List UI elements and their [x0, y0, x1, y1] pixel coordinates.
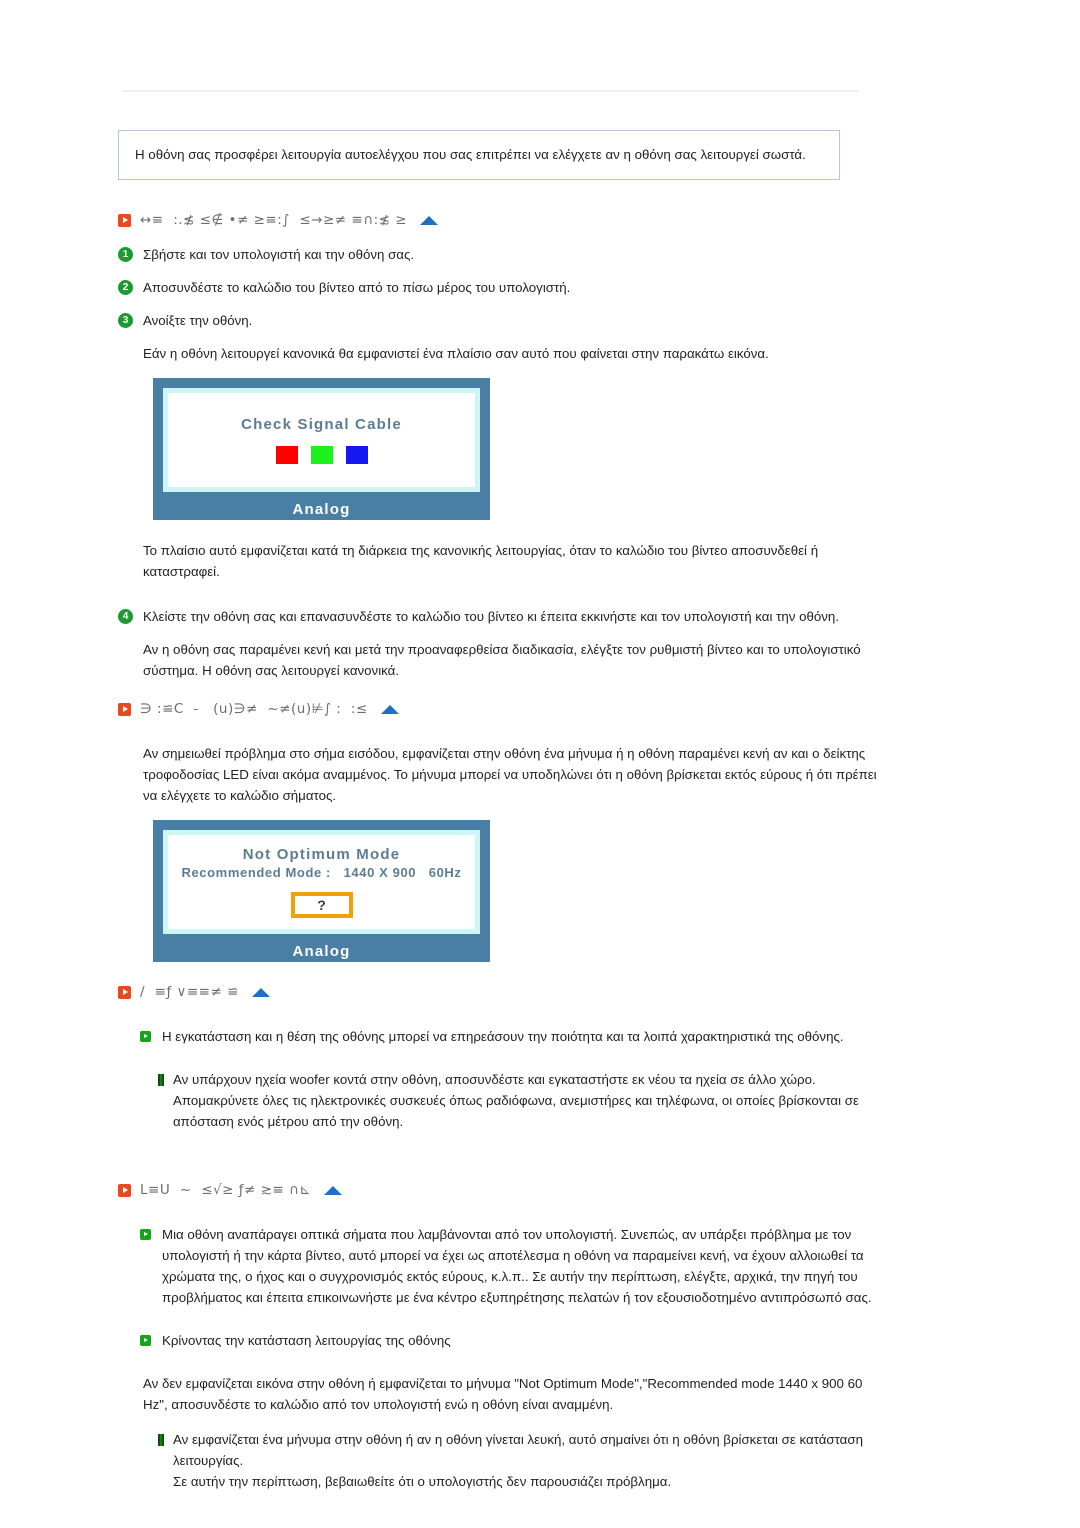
note-text-line2: Σε αυτήν την περίπτωση, βεβαιωθείτε ότι …: [173, 1474, 672, 1489]
green-play-bullet-icon: [140, 1031, 151, 1042]
bullet-item: Μια οθόνη αναπάραγει οπτικά σήματα που λ…: [140, 1224, 968, 1308]
note-text-line1: Αν εμφανίζεται ένα μήνυμα στην οθόνη ή α…: [173, 1432, 863, 1468]
bullet-item: Η εγκατάσταση και η θέση της οθόνης μπορ…: [140, 1026, 968, 1047]
monitor-input-label: Analog: [292, 943, 351, 960]
bullet-text: Η εγκατάσταση και η θέση της οθόνης μπορ…: [162, 1029, 844, 1044]
section-heading-useful-tips: L≡U ~ ≤√≥ ƒ≠ ≳≡ ∩⊾: [118, 1180, 968, 1200]
monitor-illustration-not-optimum-mode: Not Optimum Mode Recommended Mode : 1440…: [153, 820, 490, 962]
bullet-text: Κρίνοντας την κατάσταση λειτουργίας της …: [162, 1333, 451, 1348]
blue-triangle-icon[interactable]: [420, 215, 439, 225]
monitor-input-label: Analog: [292, 501, 351, 518]
question-mark-box: ?: [290, 892, 353, 918]
document-page: Η οθόνη σας προσφέρει λειτουργία αυτοελέ…: [0, 0, 1080, 1528]
paragraph-after-step3: Εάν η οθόνη λειτουργεί κανονικά θα εμφαν…: [143, 346, 769, 361]
monitor-illustration-check-signal-cable: Check Signal Cable Analog: [153, 378, 490, 520]
document-content: Η οθόνη σας προσφέρει λειτουργία αυτοελέ…: [118, 130, 968, 1502]
monitor-screen: Not Optimum Mode Recommended Mode : 1440…: [163, 830, 480, 934]
step-item: 2 Αποσυνδέστε το καλώδιο του βίντεο από …: [118, 277, 968, 298]
note-text-line2: Απομακρύνετε όλες τις ηλεκτρονικές συσκε…: [173, 1093, 859, 1129]
step-text: Κλείστε την οθόνη σας και επανασυνδέστε …: [143, 609, 840, 624]
section-heading-warning-label: ∋ :≌C - (u)∋≠ ~≠(u)⊭∫ : :≤: [140, 701, 368, 717]
bar-bullet-icon: [158, 1434, 164, 1446]
blue-triangle-icon[interactable]: [324, 1185, 343, 1195]
note-text-line1: Αν υπάρχουν ηχεία woofer κοντά στην οθόν…: [173, 1072, 816, 1087]
red-swatch-icon: [275, 446, 298, 464]
note-text: Αν εμφανίζεται ένα μήνυμα στην οθόνη ή α…: [173, 1429, 873, 1492]
step-item: 4 Κλείστε την οθόνη σας και επανασυνδέστ…: [118, 606, 968, 627]
rgb-swatch-row: [275, 446, 368, 464]
paragraph-after-image1: Το πλαίσιο αυτό εμφανίζεται κατά τη διάρ…: [143, 543, 819, 579]
section-heading-self-test: ↔≡ :.≴ ≤∉ •≠ ≥≡:∫ ≤→≥≠ ≡∩:≴ ≥: [118, 210, 968, 230]
osd-title-text: Check Signal Cable: [241, 416, 402, 433]
bullet-text: Μια οθόνη αναπάραγει οπτικά σήματα που λ…: [162, 1227, 872, 1305]
step-number-badge: 1: [118, 247, 133, 262]
paragraph-power-state-body: Αν δεν εμφανίζεται εικόνα στην οθόνη ή ε…: [143, 1376, 863, 1412]
section-heading-warning: ∋ :≌C - (u)∋≠ ~≠(u)⊭∫ : :≤: [118, 699, 968, 719]
step-item: 1 Σβήστε και τον υπολογιστή και την οθόν…: [118, 244, 968, 265]
blue-triangle-icon[interactable]: [380, 704, 399, 714]
note-text: Αν υπάρχουν ηχεία woofer κοντά στην οθόν…: [173, 1069, 873, 1132]
section-heading-environment-label: / ≡ƒ ∨≡≡≠ ≌: [140, 984, 239, 1000]
green-play-bullet-icon: [140, 1229, 151, 1240]
note-item: Αν εμφανίζεται ένα μήνυμα στην οθόνη ή α…: [158, 1429, 968, 1492]
green-play-bullet-icon: [140, 1335, 151, 1346]
step-number-badge: 3: [118, 313, 133, 328]
monitor-screen: Check Signal Cable: [163, 388, 480, 492]
blue-swatch-icon: [345, 446, 368, 464]
step-number-badge: 2: [118, 280, 133, 295]
bullet-item: Κρίνοντας την κατάσταση λειτουργίας της …: [140, 1330, 968, 1351]
step-item: 3 Ανοίξτε την οθόνη.: [118, 310, 968, 331]
orange-play-bullet-icon: [118, 1183, 131, 1197]
orange-play-bullet-icon: [118, 985, 131, 999]
orange-play-bullet-icon: [118, 702, 131, 716]
intro-note-text: Η οθόνη σας προσφέρει λειτουργία αυτοελέ…: [135, 147, 806, 162]
step-text: Σβήστε και τον υπολογιστή και την οθόνη …: [143, 247, 415, 262]
orange-play-bullet-icon: [118, 213, 131, 227]
green-swatch-icon: [310, 446, 333, 464]
section-heading-environment: / ≡ƒ ∨≡≡≠ ≌: [118, 982, 968, 1002]
osd-recommended-mode-text: Recommended Mode : 1440 X 900 60Hz: [181, 865, 462, 880]
paragraph-warning-body: Αν σημειωθεί πρόβλημα στο σήμα εισόδου, …: [143, 746, 877, 803]
section-heading-useful-tips-label: L≡U ~ ≤√≥ ƒ≠ ≳≡ ∩⊾: [140, 1182, 312, 1198]
step-text: Αποσυνδέστε το καλώδιο του βίντεο από το…: [143, 280, 571, 295]
bar-bullet-icon: [158, 1074, 164, 1086]
osd-title-text: Not Optimum Mode: [242, 846, 401, 863]
paragraph-after-step4: Αν η οθόνη σας παραμένει κενή και μετά τ…: [143, 642, 861, 678]
intro-note-box: Η οθόνη σας προσφέρει λειτουργία αυτοελέ…: [118, 130, 840, 180]
section-heading-self-test-label: ↔≡ :.≴ ≤∉ •≠ ≥≡:∫ ≤→≥≠ ≡∩:≴ ≥: [140, 212, 408, 228]
note-item: Αν υπάρχουν ηχεία woofer κοντά στην οθόν…: [158, 1069, 968, 1132]
top-divider: [122, 90, 858, 92]
step-number-badge: 4: [118, 609, 133, 624]
blue-triangle-icon[interactable]: [251, 987, 270, 997]
step-text: Ανοίξτε την οθόνη.: [143, 313, 253, 328]
